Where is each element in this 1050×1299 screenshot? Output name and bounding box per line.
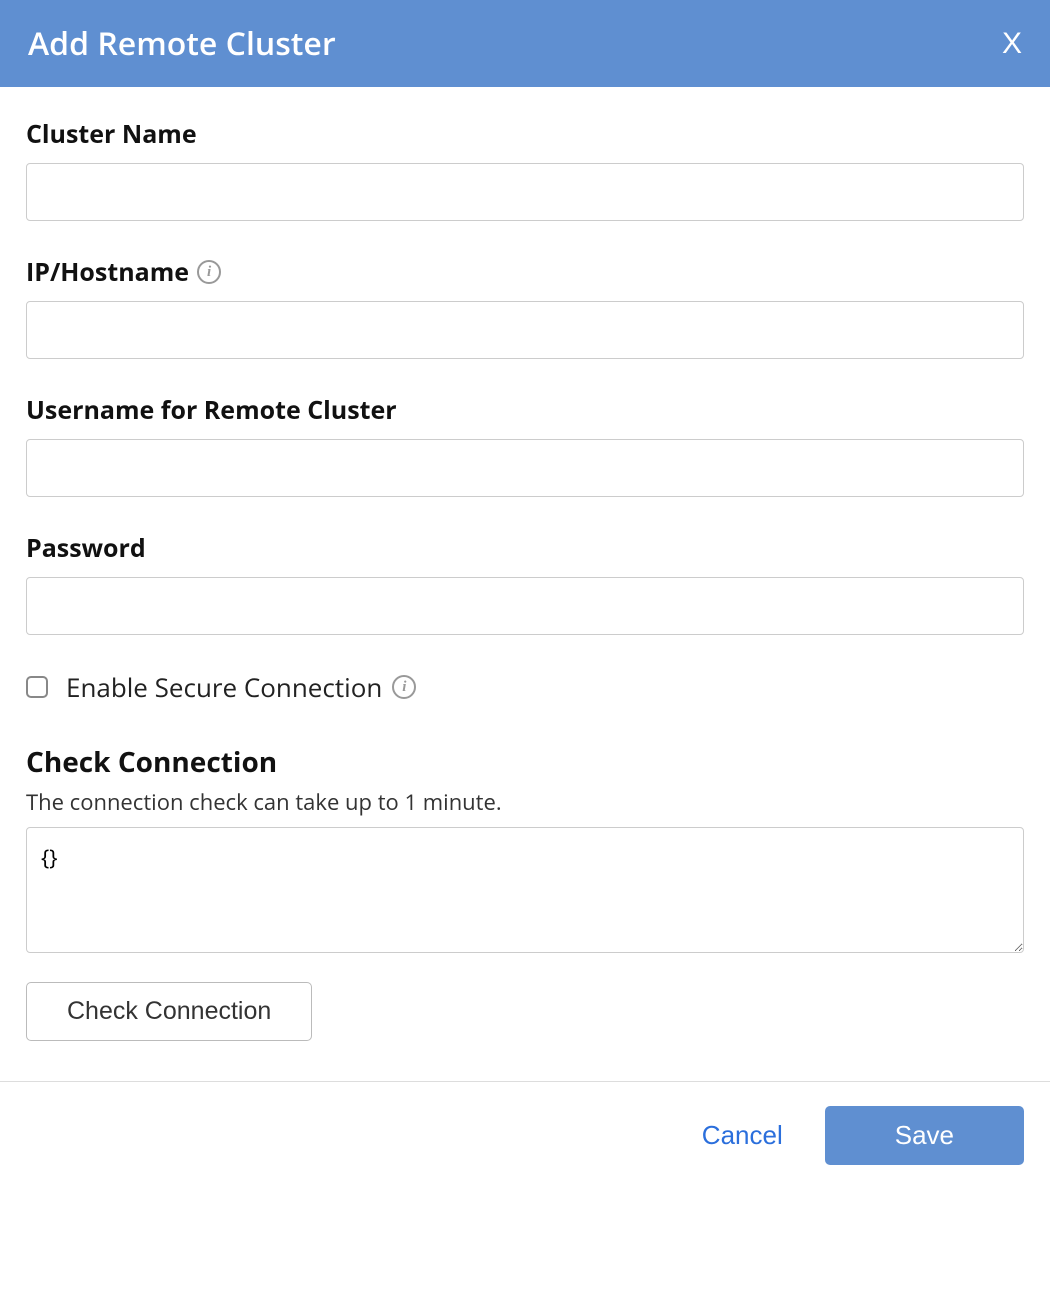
cluster-name-input[interactable] bbox=[26, 163, 1024, 221]
cancel-button[interactable]: Cancel bbox=[702, 1120, 783, 1151]
info-icon[interactable]: i bbox=[392, 675, 416, 699]
modal-body: Cluster Name IP/Hostname i Username for … bbox=[0, 87, 1050, 1081]
secure-connection-row: Enable Secure Connection i bbox=[26, 669, 1024, 705]
secure-connection-label-text: Enable Secure Connection bbox=[66, 669, 382, 705]
password-input[interactable] bbox=[26, 577, 1024, 635]
secure-connection-checkbox[interactable] bbox=[26, 676, 48, 698]
modal-header: Add Remote Cluster X bbox=[0, 0, 1050, 87]
close-icon[interactable]: X bbox=[1002, 27, 1022, 61]
secure-connection-label: Enable Secure Connection i bbox=[66, 669, 416, 705]
password-group: Password bbox=[26, 531, 1024, 635]
check-connection-title: Check Connection bbox=[26, 743, 1024, 781]
username-input[interactable] bbox=[26, 439, 1024, 497]
ip-hostname-label-text: IP/Hostname bbox=[26, 255, 189, 289]
cluster-name-group: Cluster Name bbox=[26, 117, 1024, 221]
username-label: Username for Remote Cluster bbox=[26, 393, 1024, 427]
ip-hostname-input[interactable] bbox=[26, 301, 1024, 359]
save-button[interactable]: Save bbox=[825, 1106, 1024, 1165]
info-icon[interactable]: i bbox=[197, 260, 221, 284]
check-connection-button[interactable]: Check Connection bbox=[26, 982, 312, 1041]
username-group: Username for Remote Cluster bbox=[26, 393, 1024, 497]
check-connection-output[interactable]: {} bbox=[26, 827, 1024, 953]
ip-hostname-label: IP/Hostname i bbox=[26, 255, 1024, 289]
modal-footer: Cancel Save bbox=[0, 1081, 1050, 1189]
modal-title: Add Remote Cluster bbox=[28, 22, 336, 65]
password-label: Password bbox=[26, 531, 1024, 565]
check-connection-desc: The connection check can take up to 1 mi… bbox=[26, 787, 1024, 817]
check-connection-section: Check Connection The connection check ca… bbox=[26, 743, 1024, 1041]
ip-hostname-group: IP/Hostname i bbox=[26, 255, 1024, 359]
cluster-name-label: Cluster Name bbox=[26, 117, 1024, 151]
